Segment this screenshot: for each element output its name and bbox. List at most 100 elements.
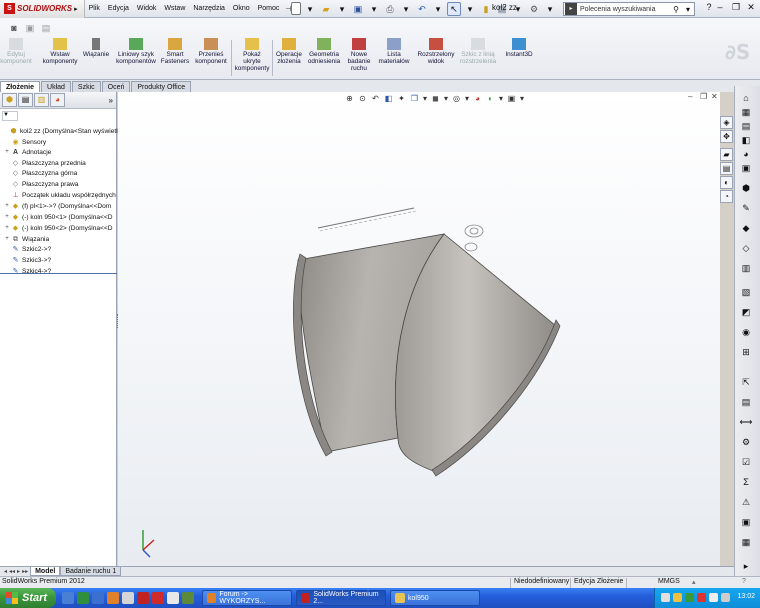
sketch-line[interactable] xyxy=(317,207,417,232)
menu-insert[interactable]: Wstaw xyxy=(160,0,189,18)
macro-icon[interactable]: ▣ xyxy=(739,516,753,529)
tables-icon[interactable]: ▤ xyxy=(739,396,753,409)
close-icon[interactable]: ✕ xyxy=(745,2,757,13)
bom-button[interactable]: Lista materiałów xyxy=(376,38,412,65)
language-icon[interactable] xyxy=(661,593,670,602)
quick-launch-icon[interactable] xyxy=(77,592,89,604)
photoview-icon[interactable]: ▣ xyxy=(23,21,37,35)
menu-edit[interactable]: Edycja xyxy=(104,0,133,18)
taskbar-window-solidworks[interactable]: SolidWorks Premium 2... xyxy=(296,590,386,606)
checklist-icon[interactable]: ☑ xyxy=(739,456,753,469)
display-manager-tab-icon[interactable]: ◕ xyxy=(50,93,65,107)
chevron-down-icon[interactable]: ▾ xyxy=(399,2,413,16)
menu-view[interactable]: Widok xyxy=(133,0,160,18)
help-icon[interactable]: ? xyxy=(742,578,746,585)
solidworks-logo[interactable]: S SOLIDWORKS ▸ xyxy=(0,0,85,18)
zoom-in-icon[interactable]: ◈ xyxy=(720,116,733,129)
insert-components-button[interactable]: Wstaw komponenty xyxy=(41,38,79,65)
open-folder-icon[interactable]: ▰ xyxy=(319,2,333,16)
move-component-button[interactable]: Przenieś komponent xyxy=(193,38,229,65)
tray-icon[interactable] xyxy=(697,593,706,602)
tree-item[interactable]: ✎ Szkic4->? xyxy=(4,266,52,276)
scroll-left-end-icon[interactable]: ◂◂ xyxy=(9,568,15,575)
reference-geometry-icon[interactable]: ⊞ xyxy=(739,346,753,359)
taskbar-window-folder[interactable]: kol950 xyxy=(390,590,480,606)
tab-assembly[interactable]: Złożenie xyxy=(0,81,41,92)
equations-icon[interactable]: Σ xyxy=(739,476,753,489)
antivirus-icon[interactable] xyxy=(685,593,694,602)
menu-help[interactable]: Pomoc xyxy=(254,0,284,18)
edit-component-button[interactable]: Edytuj komponent xyxy=(0,38,32,65)
menu-file[interactable]: Plik xyxy=(85,0,104,18)
tree-item[interactable]: ◉ Sensory xyxy=(4,137,46,147)
options-icon[interactable]: ⚙ xyxy=(527,2,541,16)
explode-line-sketch-button[interactable]: Szkic z linią rozstrzelenia xyxy=(458,38,498,65)
expand-icon[interactable]: ▸ xyxy=(739,560,753,573)
folder-icon[interactable]: ▰ xyxy=(720,148,733,161)
expander[interactable]: + xyxy=(4,149,10,155)
pan-icon[interactable]: ✥ xyxy=(720,130,733,143)
camera-icon[interactable]: ◙ xyxy=(7,21,21,35)
minimize-icon[interactable]: – xyxy=(714,2,726,12)
surfaces-icon[interactable]: ◇ xyxy=(739,242,753,255)
tab-layout[interactable]: Układ xyxy=(41,81,71,92)
resources-icon[interactable]: ⌂ xyxy=(739,92,753,105)
exploded-view-button[interactable]: Rozstrzelony widok xyxy=(416,38,456,65)
network-icon[interactable] xyxy=(709,593,718,602)
expander[interactable]: + xyxy=(4,236,10,242)
mate-button[interactable]: Wiązanie xyxy=(82,38,110,58)
reference-geometry-button[interactable]: Geometria odniesienia xyxy=(306,38,342,65)
start-button[interactable]: Start xyxy=(0,588,56,608)
settings-icon[interactable]: ⚙ xyxy=(739,436,753,449)
file-explorer-icon[interactable]: ▤ xyxy=(739,120,753,133)
instant3d-button[interactable]: Instant3D xyxy=(502,38,536,58)
chevron-down-icon[interactable]: ▾ xyxy=(543,2,557,16)
chevron-down-icon[interactable]: ▾ xyxy=(335,2,349,16)
rollback-bar[interactable] xyxy=(0,273,117,274)
save-icon[interactable]: ▣ xyxy=(351,2,365,16)
features-icon[interactable]: ◆ xyxy=(739,222,753,235)
internet-explorer-icon[interactable] xyxy=(92,592,104,604)
expander[interactable]: + xyxy=(4,225,10,231)
taskbar-window-forum[interactable]: Forum -> WYKORZYS... xyxy=(202,590,292,606)
volume-icon[interactable] xyxy=(721,593,730,602)
tab-model[interactable]: Model xyxy=(30,567,61,576)
menu-tools[interactable]: Narzędzia xyxy=(189,0,229,18)
addins-icon[interactable]: ▦ xyxy=(739,536,753,549)
smart-component-icon[interactable]: ⬢ xyxy=(739,182,753,195)
tree-item[interactable]: + A Adnotacje xyxy=(4,147,51,157)
undo-icon[interactable]: ↶ xyxy=(415,2,429,16)
assembly-features-button[interactable]: Operacje złożenia xyxy=(273,38,305,65)
sketch-tool-icon[interactable]: ✎ xyxy=(739,202,753,215)
warning-icon[interactable]: ⚠ xyxy=(739,496,753,509)
tree-item[interactable]: ✎ Szkic3->? xyxy=(4,255,52,265)
chevron-up-icon[interactable]: ▴ xyxy=(692,578,696,586)
tree-item[interactable]: ⬢ kol2 zz (Domyślna<Stan wyświetlan xyxy=(2,126,125,136)
tree-item[interactable]: + ◆ (f) pl<1>->? (Domyślna<<Dom xyxy=(4,201,111,211)
view-palette-icon[interactable]: ◐ xyxy=(720,176,733,189)
weldments-icon[interactable]: ▧ xyxy=(739,286,753,299)
design-library-icon[interactable]: ▦ xyxy=(739,106,753,119)
status-units[interactable]: MMGS xyxy=(658,578,680,585)
appearances-icon[interactable]: ◕ xyxy=(739,148,753,161)
model-render[interactable] xyxy=(118,92,720,566)
file-explorer-icon[interactable]: ▤ xyxy=(720,162,733,175)
elbow-part[interactable] xyxy=(293,233,561,477)
linear-pattern-button[interactable]: Liniowy szyk komponentów xyxy=(114,38,158,65)
clock[interactable]: 13:02 xyxy=(737,593,755,600)
tab-motion-study-1[interactable]: Badanie ruchu 1 xyxy=(60,567,122,576)
filter-icon[interactable]: ▼ xyxy=(2,111,18,121)
feature-manager-tab-icon[interactable]: ⬢ xyxy=(2,93,17,107)
measure-icon[interactable]: ⟷ xyxy=(739,416,753,429)
tree-item[interactable]: + ◆ (-) koln 950<1> (Domyślna<<D xyxy=(4,212,112,222)
configuration-manager-tab-icon[interactable]: ▥ xyxy=(34,93,49,107)
custom-properties-icon[interactable]: ▣ xyxy=(739,162,753,175)
motion-study-button[interactable]: Nowe badanie ruchu xyxy=(345,38,373,72)
tree-item[interactable]: ◇ Płaszczyzna górna xyxy=(4,168,78,178)
graphics-area[interactable]: ⊕ ⊙ ↶ ◧ ✦ ❒ ▾ ◼ ▾ ◎ ▾ ◕ ◐ ▾ ▣ ▾ – ❐ ✕ xyxy=(118,92,720,566)
appearances-icon[interactable]: ◔ xyxy=(720,190,733,203)
tab-office-products[interactable]: Produkty Office xyxy=(131,81,192,92)
solidworks-quick-launch-icon[interactable] xyxy=(137,592,149,604)
rebuild-icon[interactable]: ▮ xyxy=(479,2,493,16)
new-document-icon[interactable] xyxy=(291,2,301,15)
